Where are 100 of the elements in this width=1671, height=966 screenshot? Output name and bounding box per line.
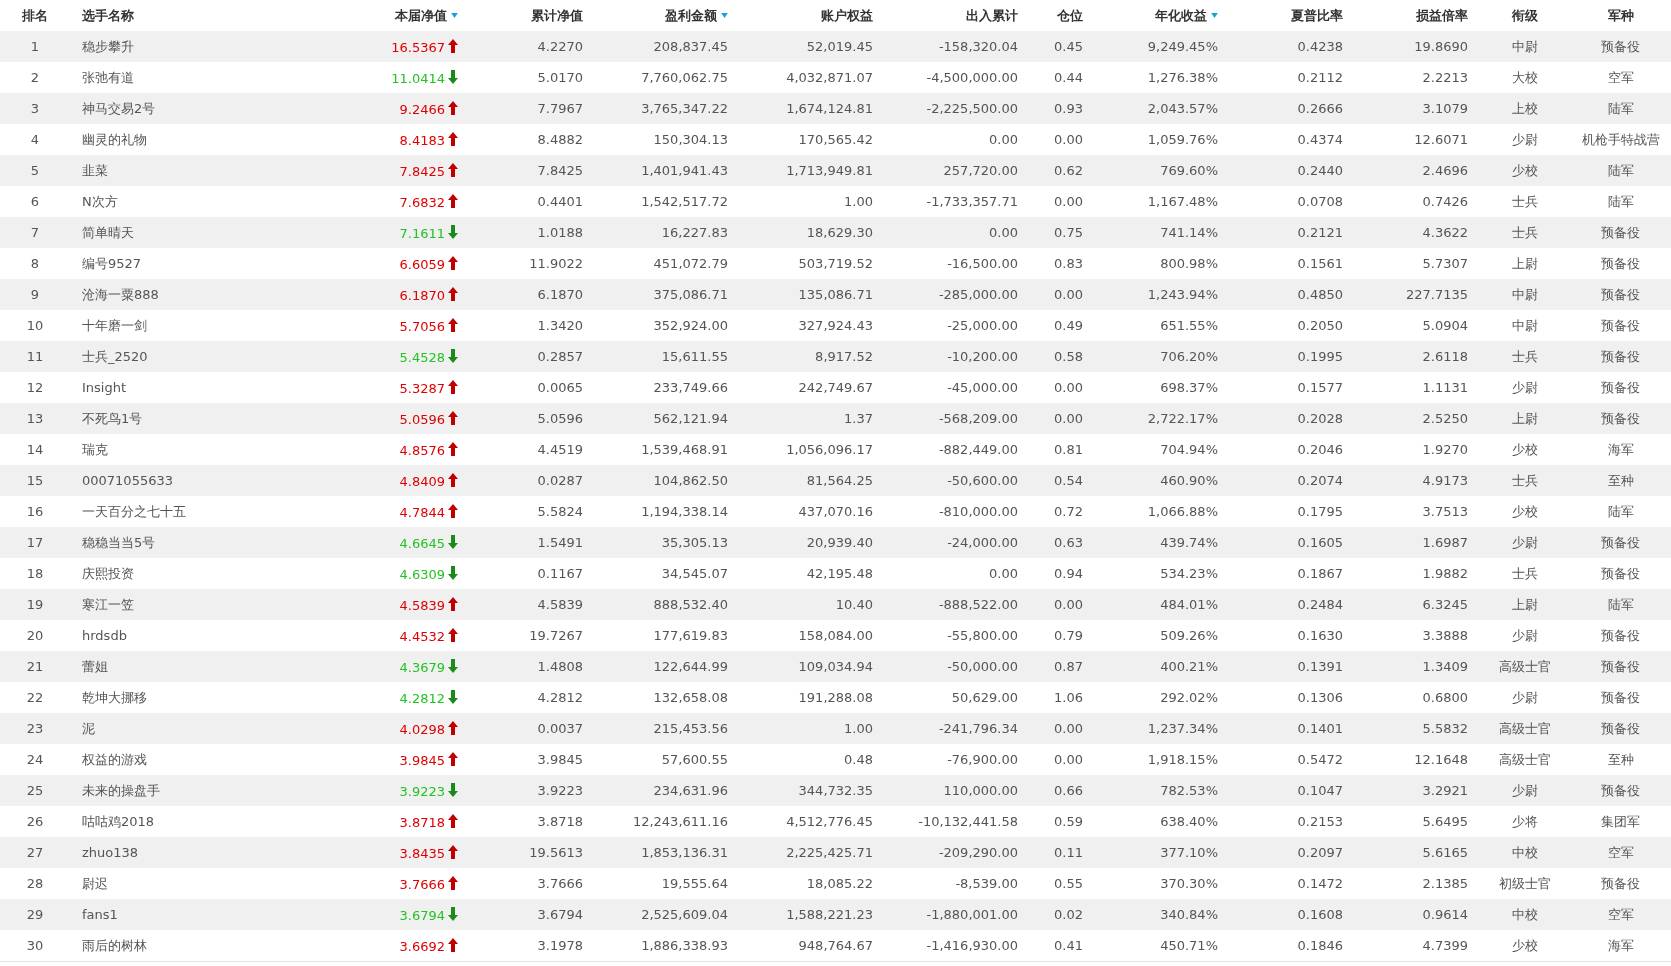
- column-header[interactable]: 年化收益: [1155, 6, 1218, 25]
- table-cell: 0.00: [989, 566, 1018, 581]
- table-cell: 庆熙投资: [82, 565, 134, 581]
- table-cell: 948,764.67: [798, 938, 873, 953]
- table-cell: 769.60%: [1160, 163, 1218, 178]
- table-cell: 0.2028: [1297, 411, 1343, 426]
- column-header[interactable]: 盈利金额: [665, 6, 728, 25]
- table-cell: 1.00: [844, 721, 873, 736]
- table-cell: 0.79: [1054, 628, 1083, 643]
- table-cell: 0.0065: [537, 380, 583, 395]
- table-cell: 1,056,096.17: [786, 442, 873, 457]
- table-cell: 尉迟: [82, 875, 108, 891]
- table-cell: 4.2812: [537, 690, 583, 705]
- table-cell: 8: [30, 256, 40, 271]
- table-cell: 1,588,221.23: [786, 907, 873, 922]
- table-cell: 0.41: [1054, 938, 1083, 953]
- table-cell: 0.2112: [1297, 70, 1343, 85]
- net-value: 4.8576: [399, 442, 445, 458]
- table-cell: 7.8425: [537, 163, 583, 178]
- table-cell: 韭菜: [82, 162, 108, 178]
- table-cell: 698.37%: [1160, 380, 1218, 395]
- table-cell: 2,525,609.04: [641, 907, 728, 922]
- column-header[interactable]: 出入累计: [966, 6, 1018, 25]
- column-header[interactable]: 仓位: [1057, 6, 1083, 25]
- table-cell: 0.00: [1054, 287, 1083, 302]
- table-cell: 预备役: [1601, 627, 1640, 643]
- table-cell: -568,209.00: [938, 411, 1018, 426]
- column-header[interactable]: 账户权益: [821, 6, 873, 25]
- table-cell: 2,722.17%: [1147, 411, 1218, 426]
- column-header[interactable]: 损益倍率: [1416, 6, 1468, 25]
- table-cell: 大校: [1512, 69, 1538, 85]
- table-cell: 18,629.30: [806, 225, 873, 240]
- table-cell: 19.7267: [529, 628, 583, 643]
- net-value: 3.6692: [399, 938, 445, 954]
- table-cell: 8,917.52: [815, 349, 873, 364]
- table-cell: 5.5832: [1422, 721, 1468, 736]
- table-cell: 士兵: [1512, 193, 1538, 209]
- table-cell: 450.71%: [1160, 938, 1218, 953]
- table-cell: 5.0596: [537, 411, 583, 426]
- net-value: 7.8425: [399, 163, 445, 179]
- table-cell: 0.83: [1054, 256, 1083, 271]
- column-header[interactable]: 衔级: [1512, 6, 1538, 25]
- table-cell: 0.2050: [1297, 318, 1343, 333]
- table-cell: 0.75: [1054, 225, 1083, 240]
- column-header[interactable]: 选手名称: [82, 6, 134, 25]
- table-cell: 0.00: [1054, 597, 1083, 612]
- table-cell: 0.44: [1054, 70, 1083, 85]
- table-cell: 1,059.76%: [1147, 132, 1218, 147]
- table-cell: 1.9270: [1422, 442, 1468, 457]
- table-cell: 215,453.56: [653, 721, 728, 736]
- column-header[interactable]: 本届净值: [395, 6, 458, 25]
- table-cell: 1,886,338.93: [641, 938, 728, 953]
- column-header[interactable]: 排名: [22, 6, 48, 25]
- net-value: 6.6059: [399, 256, 445, 272]
- table-cell: 少校: [1512, 503, 1538, 519]
- table-cell: 0.2121: [1297, 225, 1343, 240]
- column-header[interactable]: 夏普比率: [1291, 6, 1343, 25]
- table-cell: 28: [26, 876, 44, 891]
- table-cell: 1,167.48%: [1147, 194, 1218, 209]
- table-cell: 预备役: [1601, 875, 1640, 891]
- table-cell: 少尉: [1512, 379, 1538, 395]
- table-cell: 陆军: [1607, 503, 1634, 519]
- table-cell: 海军: [1607, 441, 1634, 457]
- net-value: 11.0414: [391, 70, 445, 86]
- table-cell: 预备役: [1601, 782, 1640, 798]
- table-cell: 0.62: [1054, 163, 1083, 178]
- table-cell: 9,249.45%: [1147, 39, 1218, 54]
- table-cell: 3.1978: [537, 938, 583, 953]
- table-cell: -8,539.00: [955, 876, 1018, 891]
- table-cell: 52,019.45: [806, 39, 873, 54]
- table-cell: 741.14%: [1160, 225, 1218, 240]
- table-cell: 陆军: [1607, 162, 1634, 178]
- table-cell: 高级士官: [1499, 658, 1551, 674]
- table-cell: 0.00: [1054, 411, 1083, 426]
- table-cell: -16,500.00: [947, 256, 1018, 271]
- table-cell: 预备役: [1601, 224, 1640, 240]
- table-cell: 士兵_2520: [82, 348, 148, 364]
- net-value: 5.4528: [399, 349, 445, 365]
- table-cell: 19.5613: [529, 845, 583, 860]
- table-cell: 5.0904: [1422, 318, 1468, 333]
- table-cell: 158,084.00: [798, 628, 873, 643]
- table-cell: 0.1167: [537, 566, 583, 581]
- table-cell: 0.1867: [1297, 566, 1343, 581]
- table-cell: 预备役: [1601, 689, 1640, 705]
- table-cell: 50,629.00: [951, 690, 1018, 705]
- table-cell: 1.0188: [537, 225, 583, 240]
- table-cell: 242,749.67: [798, 380, 873, 395]
- table-cell: 瑞克: [82, 441, 108, 457]
- table-cell: 幽灵的礼物: [82, 131, 147, 147]
- table-cell: 神马交易2号: [82, 100, 156, 116]
- table-cell: 1,276.38%: [1147, 70, 1218, 85]
- table-cell: -76,900.00: [947, 752, 1018, 767]
- table-cell: 00071055633: [82, 473, 173, 488]
- table-cell: 26: [26, 814, 44, 829]
- table-cell: 12: [26, 380, 44, 395]
- net-value: 8.4183: [399, 132, 445, 148]
- table-cell: 29: [26, 907, 44, 922]
- column-header[interactable]: 累计净值: [531, 6, 583, 25]
- column-header[interactable]: 军种: [1607, 6, 1634, 25]
- table-cell: 292.02%: [1160, 690, 1218, 705]
